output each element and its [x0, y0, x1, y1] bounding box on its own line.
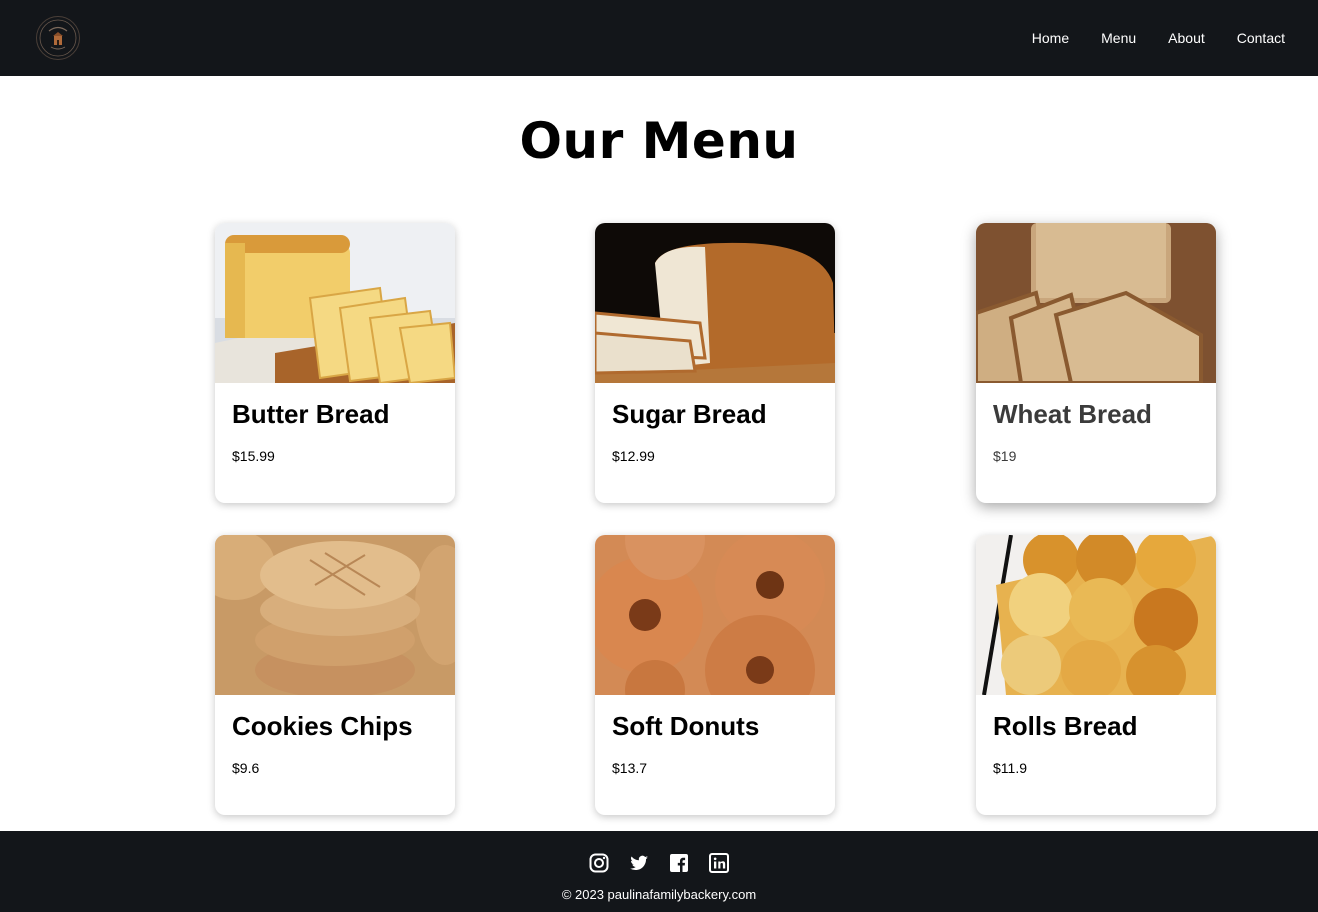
- menu-card-butter-bread[interactable]: Butter Bread $15.99: [215, 223, 455, 503]
- menu-card-soft-donuts[interactable]: Soft Donuts $13.7: [595, 535, 835, 815]
- facebook-icon[interactable]: [669, 853, 689, 873]
- footer: © 2023 paulinafamilybackery.com: [0, 831, 1318, 912]
- item-name: Butter Bread: [232, 399, 390, 429]
- linkedin-icon[interactable]: [709, 853, 729, 873]
- item-price: $12.99: [612, 448, 655, 464]
- item-price: $19: [993, 448, 1017, 464]
- menu-card-rolls-bread[interactable]: Rolls Bread $11.9: [976, 535, 1216, 815]
- item-name: Wheat Bread: [993, 399, 1152, 429]
- item-price: $9.6: [232, 760, 260, 776]
- item-price: $13.7: [612, 760, 648, 776]
- social-links: [0, 853, 1318, 873]
- menu-grid: Butter Bread $15.99 Sugar Bread $12.99 W…: [0, 0, 1318, 912]
- donuts-image: [595, 535, 835, 695]
- menu-card-wheat-bread[interactable]: Wheat Bread $19: [976, 223, 1216, 503]
- wheat-bread-image: [976, 223, 1216, 383]
- cookies-image: [215, 535, 455, 695]
- menu-card-cookies-chips[interactable]: Cookies Chips $9.6: [215, 535, 455, 815]
- item-price: $11.9: [993, 760, 1027, 776]
- item-name: Rolls Bread: [993, 711, 1138, 741]
- rolls-image: [976, 535, 1216, 695]
- butter-bread-image: [215, 223, 455, 383]
- item-name: Soft Donuts: [612, 711, 760, 741]
- twitter-icon[interactable]: [629, 853, 649, 873]
- item-name: Cookies Chips: [232, 711, 413, 741]
- instagram-icon[interactable]: [589, 853, 609, 873]
- item-price: $15.99: [232, 448, 275, 464]
- item-name: Sugar Bread: [612, 399, 767, 429]
- menu-card-sugar-bread[interactable]: Sugar Bread $12.99: [595, 223, 835, 503]
- sugar-bread-image: [595, 223, 835, 383]
- copyright-text: © 2023 paulinafamilybackery.com: [561, 887, 757, 902]
